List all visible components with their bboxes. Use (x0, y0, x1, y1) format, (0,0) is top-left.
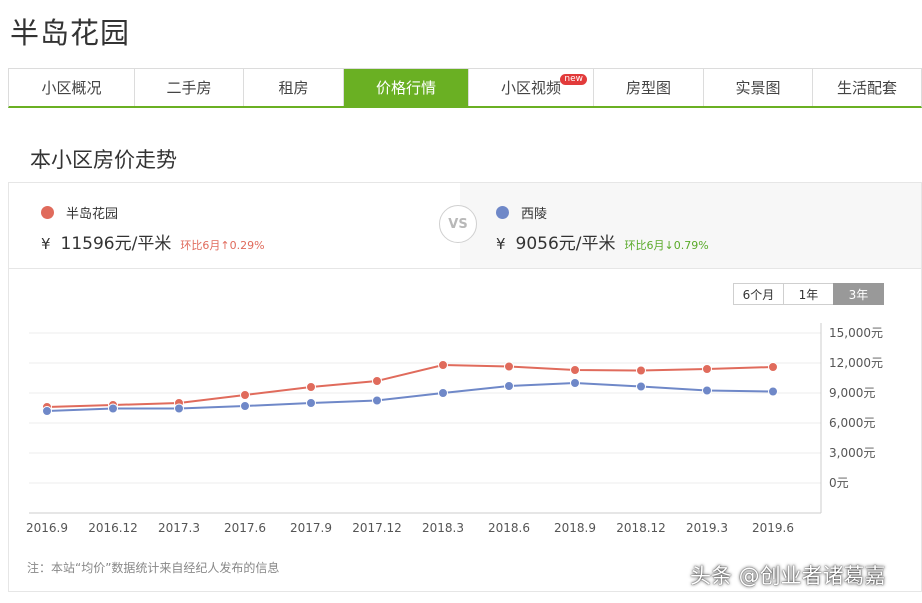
tab-floor-plan[interactable]: 房型图 (594, 69, 704, 106)
watermark: 头条 @创业者诸葛嘉 (690, 564, 886, 588)
x-tick-label: 2019.3 (686, 521, 728, 535)
data-point (306, 382, 316, 392)
y-tick-label: 0元 (829, 476, 849, 490)
price-trend-panel: 半岛花园 ¥ 11596元/平米 环比6月↑0.29% 西陵 ¥ 9056元/平… (8, 182, 922, 592)
y-tick-label: 6,000元 (829, 416, 875, 430)
y-tick-label: 12,000元 (829, 356, 883, 370)
data-point (636, 381, 646, 392)
x-tick-label: 2016.12 (88, 521, 138, 535)
data-point (42, 406, 52, 416)
price-line-chart: 0元 3,000元 6,000元 9,000元 12,000元 15,000元 2016.9… (26, 323, 883, 535)
data-point (174, 403, 184, 414)
x-tick-label: 2018.3 (422, 521, 464, 535)
tab-photos[interactable]: 实景图 (704, 69, 813, 106)
data-point (504, 361, 514, 372)
data-point (570, 365, 580, 375)
series-line-2 (46, 381, 774, 412)
data-point (702, 364, 712, 374)
tab-overview[interactable]: 小区概况 (9, 69, 135, 106)
y-tick-label: 3,000元 (829, 446, 875, 460)
series-line-1 (46, 363, 774, 408)
data-point (636, 365, 646, 376)
data-point (372, 376, 382, 386)
x-tick-label: 2018.12 (616, 521, 666, 535)
data-point (504, 381, 514, 391)
x-tick-label: 2016.9 (26, 521, 68, 535)
tab-rent[interactable]: 租房 (244, 69, 344, 106)
x-tick-label: 2017.3 (158, 521, 200, 535)
data-point (438, 388, 448, 398)
data-point (108, 403, 118, 414)
tab-video[interactable]: 小区视频 new (469, 69, 594, 106)
tab-bar: 小区概况 二手房 租房 价格行情 小区视频 new 房型图 实景图 生活配套 (8, 68, 922, 108)
data-point (240, 401, 250, 411)
y-tick-label: 15,000元 (829, 326, 883, 340)
x-tick-label: 2017.12 (352, 521, 402, 535)
data-point (438, 360, 448, 370)
data-point (768, 386, 778, 397)
data-point (306, 398, 316, 408)
footnote: 注：本站“均价”数据统计来自经纪人发布的信息 (27, 561, 280, 575)
data-point (240, 390, 250, 400)
data-point (570, 378, 580, 388)
x-tick-label: 2019.6 (752, 521, 794, 535)
tab-second-hand[interactable]: 二手房 (135, 69, 244, 106)
tab-price-trend[interactable]: 价格行情 (344, 69, 469, 106)
data-point (702, 385, 712, 396)
x-tick-label: 2018.9 (554, 521, 596, 535)
x-tick-label: 2018.6 (488, 521, 530, 535)
new-badge: new (560, 74, 587, 85)
y-tick-label: 9,000元 (829, 386, 875, 400)
data-point (768, 362, 778, 372)
x-tick-label: 2017.9 (290, 521, 332, 535)
x-tick-label: 2017.6 (224, 521, 266, 535)
page-title: 半岛花园 (10, 16, 131, 50)
tab-amenities[interactable]: 生活配套 (813, 69, 921, 106)
data-point (372, 395, 382, 406)
section-title: 本小区房价走势 (30, 148, 177, 172)
